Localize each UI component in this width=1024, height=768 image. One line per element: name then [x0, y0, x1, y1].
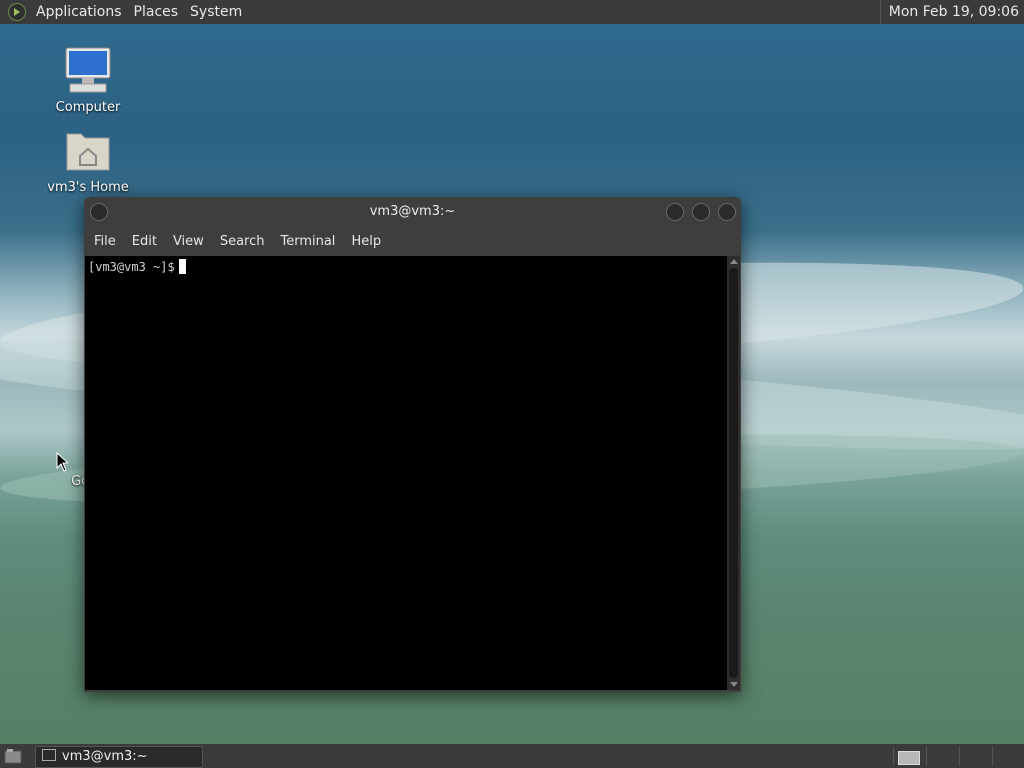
prompt-text: [vm3@vm3 ~]$	[88, 260, 175, 274]
mouse-pointer-icon	[56, 452, 68, 472]
maximize-button[interactable]	[692, 203, 710, 221]
minimize-button[interactable]	[666, 203, 684, 221]
workspace-4[interactable]	[992, 746, 1024, 766]
desktop-icon-home[interactable]: vm3's Home	[40, 128, 136, 195]
desktop-icon-label: Computer	[55, 100, 121, 115]
terminal-area[interactable]: [vm3@vm3 ~]$	[85, 256, 727, 690]
scroll-down-arrow-icon[interactable]	[730, 682, 738, 687]
terminal-window: vm3@vm3:~ File Edit View Search Terminal…	[84, 197, 741, 692]
menu-applications[interactable]: Applications	[30, 4, 128, 20]
menu-search[interactable]: Search	[214, 234, 271, 249]
window-menu-button[interactable]	[90, 203, 108, 221]
applications-logo-icon[interactable]	[8, 3, 26, 21]
menu-system[interactable]: System	[184, 4, 248, 20]
window-title: vm3@vm3:~	[369, 204, 456, 219]
bottom-panel: vm3@vm3:~	[0, 744, 1024, 768]
workspace-1[interactable]	[893, 746, 926, 766]
terminal-menubar: File Edit View Search Terminal Help	[84, 227, 741, 255]
scrollbar-thumb[interactable]	[729, 268, 738, 678]
menu-edit[interactable]: Edit	[126, 234, 163, 249]
menu-file[interactable]: File	[88, 234, 122, 249]
top-menu: Applications Places System	[0, 0, 248, 24]
workspace-3[interactable]	[959, 746, 992, 766]
top-panel: Applications Places System Mon Feb 19, 0…	[0, 0, 1024, 24]
taskbar-item-terminal[interactable]: vm3@vm3:~	[35, 746, 203, 768]
desktop-icon-computer[interactable]: Computer	[40, 46, 136, 115]
workspace-2[interactable]	[926, 746, 959, 766]
menu-terminal[interactable]: Terminal	[274, 234, 341, 249]
computer-icon	[65, 47, 111, 93]
menu-help[interactable]: Help	[345, 234, 387, 249]
terminal-icon	[42, 749, 56, 761]
menu-view[interactable]: View	[167, 234, 210, 249]
clock[interactable]: Mon Feb 19, 09:06	[879, 0, 1019, 24]
home-folder-icon	[66, 133, 110, 171]
taskbar-item-label: vm3@vm3:~	[62, 749, 148, 764]
workspace-1-preview	[898, 751, 920, 765]
window-titlebar[interactable]: vm3@vm3:~	[84, 197, 741, 227]
menu-places[interactable]: Places	[128, 4, 185, 20]
scroll-up-arrow-icon[interactable]	[730, 259, 738, 264]
terminal-prompt-line: [vm3@vm3 ~]$	[88, 259, 186, 274]
show-desktop-icon[interactable]	[4, 748, 22, 764]
terminal-scrollbar[interactable]	[727, 256, 740, 690]
close-button[interactable]	[718, 203, 736, 221]
text-cursor	[178, 259, 186, 274]
desktop-icon-label: vm3's Home	[47, 180, 129, 195]
